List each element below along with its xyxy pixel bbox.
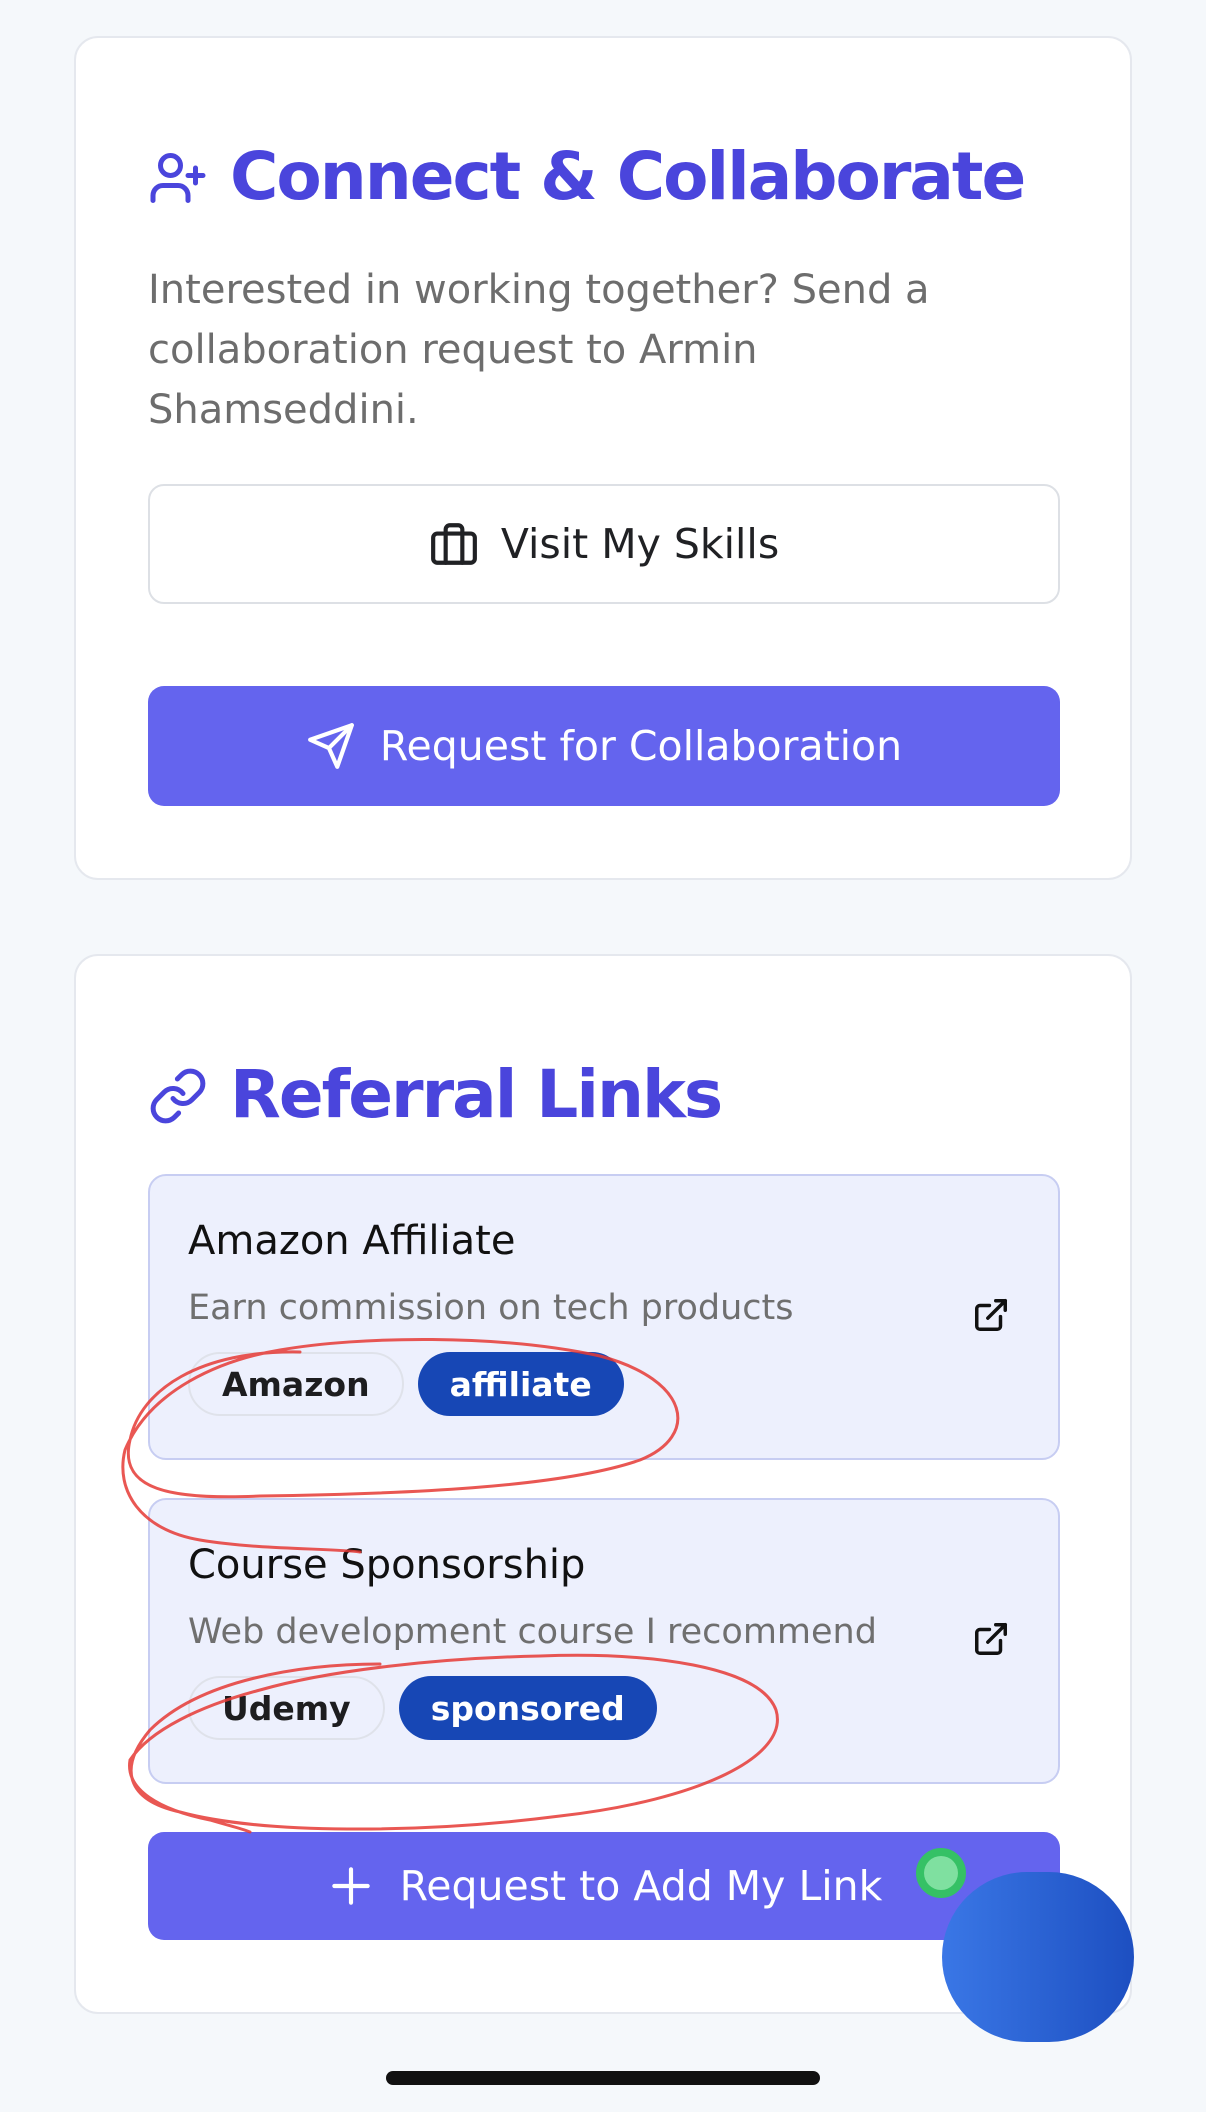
referral-item[interactable]: Amazon Affiliate Earn commission on tech…: [148, 1174, 1060, 1460]
user-plus-icon: [148, 147, 208, 207]
floating-chat-button[interactable]: [942, 1872, 1134, 2042]
connect-title: Connect & Collaborate: [148, 138, 1026, 215]
briefcase-icon: [429, 519, 479, 569]
external-link-icon[interactable]: [972, 1296, 1010, 1334]
connect-card: Connect & Collaborate Interested in work…: [74, 36, 1132, 880]
request-add-link-label: Request to Add My Link: [399, 1862, 883, 1910]
referral-card: Referral Links Amazon Affiliate Earn com…: [74, 954, 1132, 2014]
online-status-dot: [916, 1848, 966, 1898]
online-status-dot-inner: [924, 1856, 958, 1890]
type-tag: sponsored: [398, 1676, 657, 1740]
request-collaboration-label: Request for Collaboration: [379, 722, 903, 770]
visit-skills-label: Visit My Skills: [500, 520, 780, 568]
page: Connect & Collaborate Interested in work…: [0, 0, 1206, 2112]
referral-item-title: Amazon Affiliate: [188, 1218, 516, 1264]
platform-tag: Udemy: [188, 1676, 385, 1740]
home-indicator[interactable]: [386, 2071, 820, 2085]
referral-item-tags: Amazon affiliate: [188, 1352, 624, 1416]
referral-item-title: Course Sponsorship: [188, 1542, 586, 1588]
referral-item-tags: Udemy sponsored: [188, 1676, 657, 1740]
connect-description: Interested in working together? Send a c…: [148, 267, 930, 433]
request-collaboration-button[interactable]: Request for Collaboration: [148, 686, 1060, 806]
referral-title-text: Referral Links: [230, 1056, 723, 1133]
referral-item-description: Web development course I recommend: [188, 1612, 877, 1652]
referral-title: Referral Links: [148, 1056, 723, 1133]
link-icon: [148, 1065, 208, 1125]
referral-item[interactable]: Course Sponsorship Web development cours…: [148, 1498, 1060, 1784]
external-link-icon[interactable]: [972, 1620, 1010, 1658]
connect-title-text: Connect & Collaborate: [230, 138, 1026, 215]
type-tag: affiliate: [417, 1352, 624, 1416]
plus-icon: [326, 1861, 376, 1911]
referral-item-description: Earn commission on tech products: [188, 1288, 794, 1328]
platform-tag: Amazon: [188, 1352, 404, 1416]
visit-skills-button[interactable]: Visit My Skills: [148, 484, 1060, 604]
send-icon: [306, 721, 356, 771]
